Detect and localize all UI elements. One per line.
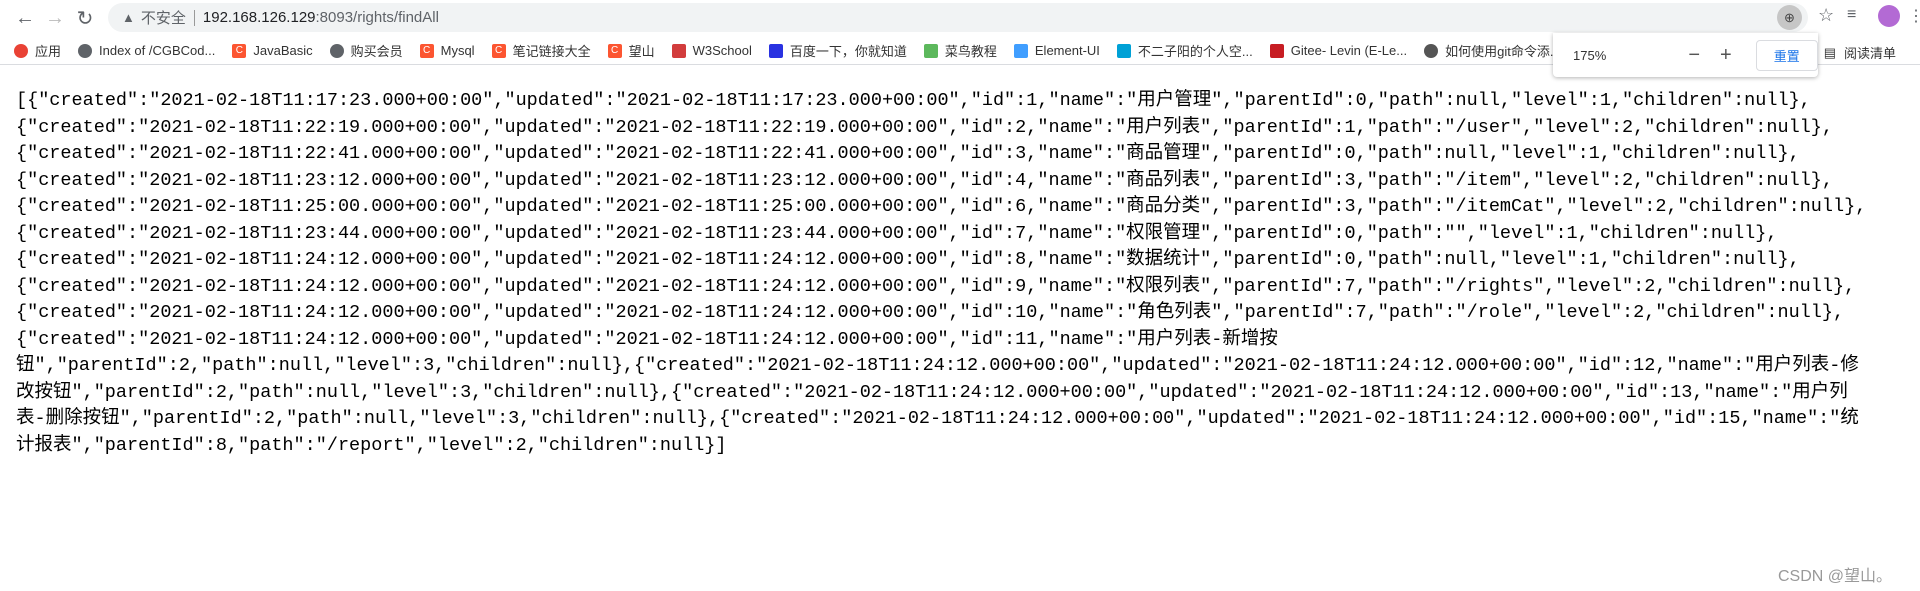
- bookmark-item[interactable]: 菜鸟教程: [923, 41, 997, 60]
- zoom-out-button[interactable]: −: [1686, 44, 1702, 67]
- pen-icon: [1424, 43, 1439, 58]
- bookmark-item[interactable]: C 笔记链接大全: [491, 41, 591, 60]
- c-icon: C: [607, 43, 622, 58]
- bookmark-label: 笔记链接大全: [512, 44, 591, 59]
- bookmark-label: JavaBasic: [253, 43, 313, 58]
- bookmark-label: 菜鸟教程: [944, 44, 997, 59]
- bookmark-item[interactable]: C JavaBasic: [232, 43, 313, 58]
- security-label[interactable]: 不安全: [141, 7, 186, 28]
- w3-icon: [671, 43, 686, 58]
- zoom-level: 175%: [1573, 47, 1607, 63]
- bookmark-label: 不二子阳的个人空...: [1137, 44, 1253, 59]
- runoob-icon: [923, 43, 938, 58]
- bookmark-label: 购买会员: [350, 44, 403, 59]
- bookmark-item[interactable]: Gitee- Levin (E-Le...: [1269, 43, 1408, 58]
- url-path: :8093/rights/findAll: [315, 9, 439, 26]
- bookmark-item[interactable]: 百度一下，你就知道: [768, 41, 907, 60]
- watermark: CSDN @望山。: [1777, 568, 1892, 585]
- bookmark-item[interactable]: 不二子阳的个人空...: [1116, 41, 1253, 60]
- reading-list-button[interactable]: ▤ 阅读清单: [1812, 43, 1896, 62]
- c-icon: C: [232, 43, 247, 58]
- divider: [193, 9, 195, 26]
- back-icon[interactable]: ←: [10, 4, 40, 34]
- zoom-popup: 175% − + 重置: [1553, 33, 1819, 77]
- star-icon[interactable]: ☆: [1818, 5, 1834, 26]
- address-bar[interactable]: ▲ 不安全 192.168.126.129:8093/rights/findAl…: [108, 3, 1808, 32]
- bookmark-label: 望山: [628, 44, 655, 59]
- zoom-icon[interactable]: ⊕: [1777, 5, 1802, 30]
- bookmark-item[interactable]: 如何使用git命令添...: [1424, 41, 1561, 60]
- bookmark-item[interactable]: Index of /CGBCod...: [78, 43, 215, 58]
- c-icon: C: [491, 43, 506, 58]
- reading-list-label: 阅读清单: [1843, 46, 1896, 61]
- json-response-body: [{"created":"2021-02-18T11:17:23.000+00:…: [16, 90, 1867, 456]
- bookmark-label: Index of /CGBCod...: [99, 43, 216, 58]
- bookmark-item[interactable]: 应用: [14, 41, 61, 60]
- avatar[interactable]: [1878, 5, 1900, 27]
- baidu-icon: [768, 43, 783, 58]
- bookmark-item[interactable]: Element-UI: [1013, 43, 1100, 58]
- bookmark-label: 如何使用git命令添...: [1445, 44, 1561, 59]
- bookmark-label: Element-UI: [1034, 43, 1100, 58]
- bookmark-item[interactable]: 购买会员: [329, 41, 403, 60]
- bookmark-label: 应用: [35, 44, 62, 59]
- bookmark-label: 百度一下，你就知道: [789, 44, 907, 59]
- globe-icon: [329, 43, 344, 58]
- bookmark-item[interactable]: C Mysql: [419, 43, 475, 58]
- bilibili-icon: [1116, 43, 1131, 58]
- globe-icon: [78, 43, 93, 58]
- warning-icon[interactable]: ▲: [122, 10, 135, 25]
- menu-icon[interactable]: ⋮: [1908, 6, 1920, 26]
- element-icon: [1013, 43, 1028, 58]
- bookmark-item[interactable]: W3School: [671, 43, 752, 58]
- bookmark-label: W3School: [692, 43, 752, 58]
- zoom-in-button[interactable]: +: [1718, 44, 1734, 67]
- apps-icon: [14, 43, 28, 58]
- media-icon[interactable]: ≡: [1847, 6, 1856, 24]
- forward-icon[interactable]: →: [40, 4, 70, 34]
- c-icon: C: [419, 43, 434, 58]
- bookmark-item[interactable]: C 望山: [607, 41, 655, 60]
- bookmark-label: Gitee- Levin (E-Le...: [1290, 43, 1408, 58]
- reload-icon[interactable]: ↻: [70, 4, 100, 34]
- bookmark-label: Mysql: [440, 43, 475, 58]
- zoom-reset-button[interactable]: 重置: [1755, 39, 1819, 71]
- gitee-icon: [1269, 43, 1284, 58]
- url-host: 192.168.126.129: [202, 9, 316, 26]
